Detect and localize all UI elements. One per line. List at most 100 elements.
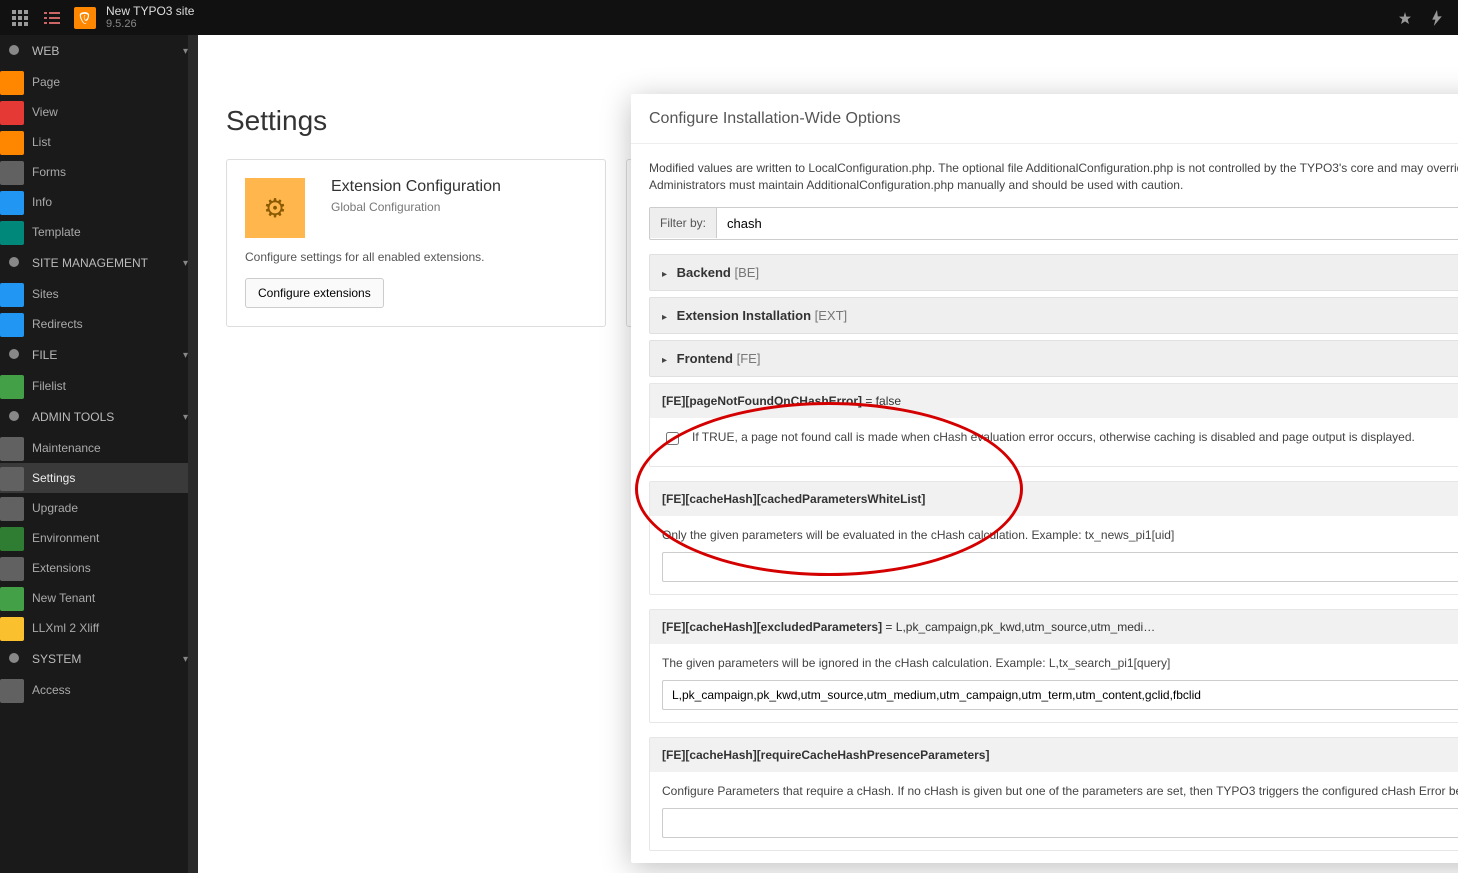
sidebar-item[interactable]: Filelist xyxy=(0,371,198,401)
flush-cache-icon[interactable] xyxy=(1431,10,1443,26)
option-text-input[interactable] xyxy=(662,552,1458,582)
filter-row: Filter by: × xyxy=(649,207,1458,240)
sidebar-item[interactable]: Redirects xyxy=(0,309,198,339)
module-icon xyxy=(0,71,24,95)
option-header: [FE][cacheHash][requireCacheHashPresence… xyxy=(650,738,1458,772)
caret-down-icon: ▸ xyxy=(662,269,667,280)
settings-card: ⚙ Extension Configuration Global Configura… xyxy=(226,159,606,327)
sidebar-scrollbar[interactable] xyxy=(188,35,198,873)
modules-grid-icon[interactable] xyxy=(10,8,30,28)
caret-down-icon: ▸ xyxy=(662,312,667,323)
module-icon xyxy=(0,497,24,521)
sidebar-item-label: List xyxy=(32,135,51,149)
card-icon: ⚙ xyxy=(245,178,305,238)
option-header: [FE][cacheHash][cachedParametersWhiteLis… xyxy=(650,482,1458,516)
module-icon xyxy=(0,437,24,461)
sidebar-group-label: SYSTEM xyxy=(32,652,81,666)
sidebar-item[interactable]: List xyxy=(0,127,198,157)
option-header: [FE][cacheHash][excludedParameters] = L,… xyxy=(650,610,1458,644)
sidebar-group[interactable]: ADMIN TOOLS▾ xyxy=(0,401,198,433)
sidebar-item-label: Settings xyxy=(32,471,75,485)
option-description: Configure Parameters that require a cHas… xyxy=(662,784,1458,798)
module-icon xyxy=(0,617,24,641)
option-value: = L,pk_campaign,pk_kwd,utm_source,utm_me… xyxy=(885,620,1155,634)
option-text-input[interactable] xyxy=(662,680,1458,710)
sidebar-item-label: Page xyxy=(32,75,60,89)
sidebar-item-label: Template xyxy=(32,225,81,239)
sidebar-item[interactable]: Template xyxy=(0,217,198,247)
section-name: Extension Installation xyxy=(677,308,811,323)
option-text-input[interactable] xyxy=(662,808,1458,838)
sidebar-item[interactable]: Info xyxy=(0,187,198,217)
filter-label: Filter by: xyxy=(650,208,717,238)
card-title: Extension Configuration xyxy=(331,178,501,196)
option-key: [FE][cacheHash][requireCacheHashPresence… xyxy=(662,748,989,762)
sidebar-item-label: Redirects xyxy=(32,317,83,331)
module-icon xyxy=(0,313,24,337)
sidebar-group[interactable]: FILE▾ xyxy=(0,339,198,371)
module-icon xyxy=(0,101,24,125)
config-section-header[interactable]: ▸ Extension Installation [EXT] xyxy=(649,297,1458,334)
config-option: [FE][cacheHash][cachedParametersWhiteLis… xyxy=(649,481,1458,595)
module-icon xyxy=(0,131,24,155)
modal-body: Modified values are written to LocalConf… xyxy=(631,144,1458,863)
sidebar: WEB▾ Page View List Forms Info Template SITE MA… xyxy=(0,35,198,873)
site-info: New TYPO3 site 9.5.26 xyxy=(106,5,194,30)
modal-title: Configure Installation-Wide Options xyxy=(649,110,901,128)
sidebar-item-label: Forms xyxy=(32,165,66,179)
option-checkbox[interactable] xyxy=(666,432,679,445)
sidebar-group-label: FILE xyxy=(32,348,57,362)
sidebar-group[interactable]: SYSTEM▾ xyxy=(0,643,198,675)
sidebar-item[interactable]: Access xyxy=(0,675,198,705)
sidebar-item-label: Environment xyxy=(32,531,99,545)
group-icon xyxy=(8,256,22,270)
config-section-header[interactable]: ▸ Backend [BE] xyxy=(649,254,1458,291)
bookmark-icon[interactable] xyxy=(1397,10,1413,26)
module-icon xyxy=(0,375,24,399)
sidebar-item[interactable]: Upgrade xyxy=(0,493,198,523)
option-key: [FE][cacheHash][excludedParameters] xyxy=(662,620,882,634)
sidebar-item[interactable]: Forms xyxy=(0,157,198,187)
sidebar-group-label: ADMIN TOOLS xyxy=(32,410,114,424)
sidebar-item[interactable]: View xyxy=(0,97,198,127)
sidebar-item-label: Filelist xyxy=(32,379,66,393)
sidebar-group[interactable]: WEB▾ xyxy=(0,35,198,67)
config-option: [FE][pageNotFoundOnCHashError] = falseIf… xyxy=(649,383,1458,467)
group-icon xyxy=(8,348,22,362)
option-description: The given parameters will be ignored in … xyxy=(662,656,1458,670)
topbar-right xyxy=(1397,10,1443,26)
sidebar-item[interactable]: Sites xyxy=(0,279,198,309)
sidebar-group-label: WEB xyxy=(32,44,59,58)
module-icon xyxy=(0,191,24,215)
sidebar-group[interactable]: SITE MANAGEMENT▾ xyxy=(0,247,198,279)
sidebar-item-label: Sites xyxy=(32,287,59,301)
topbar: New TYPO3 site 9.5.26 xyxy=(0,0,1458,35)
sidebar-item-label: Upgrade xyxy=(32,501,78,515)
sidebar-item[interactable]: Page xyxy=(0,67,198,97)
sidebar-item[interactable]: Settings xyxy=(0,463,198,493)
configure-options-modal: Configure Installation-Wide Options × Mo… xyxy=(631,94,1458,863)
sidebar-item[interactable]: Extensions xyxy=(0,553,198,583)
sidebar-item-label: View xyxy=(32,105,58,119)
sidebar-item[interactable]: LLXml 2 Xliff xyxy=(0,613,198,643)
config-section-header[interactable]: ▸ Frontend [FE] xyxy=(649,340,1458,377)
section-name: Frontend xyxy=(677,351,733,366)
sidebar-item[interactable]: New Tenant xyxy=(0,583,198,613)
section-tag: [BE] xyxy=(734,265,759,280)
card-subtitle: Global Configuration xyxy=(331,200,501,214)
main-content: Settings ⚙Extension ConfigurationGlobal … xyxy=(198,35,1458,873)
sidebar-item[interactable]: Maintenance xyxy=(0,433,198,463)
sidebar-item-label: LLXml 2 Xliff xyxy=(32,621,99,635)
filter-input[interactable] xyxy=(717,208,1458,239)
config-option: [FE][cacheHash][excludedParameters] = L,… xyxy=(649,609,1458,723)
section-tag: [FE] xyxy=(737,351,761,366)
module-icon xyxy=(0,221,24,245)
section-tag: [EXT] xyxy=(815,308,848,323)
module-icon xyxy=(0,283,24,307)
sidebar-item[interactable]: Environment xyxy=(0,523,198,553)
caret-down-icon: ▸ xyxy=(662,355,667,366)
option-value: = false xyxy=(865,394,901,408)
card-action-button[interactable]: Configure extensions xyxy=(245,278,384,308)
group-icon xyxy=(8,652,22,666)
list-icon[interactable] xyxy=(42,8,62,28)
